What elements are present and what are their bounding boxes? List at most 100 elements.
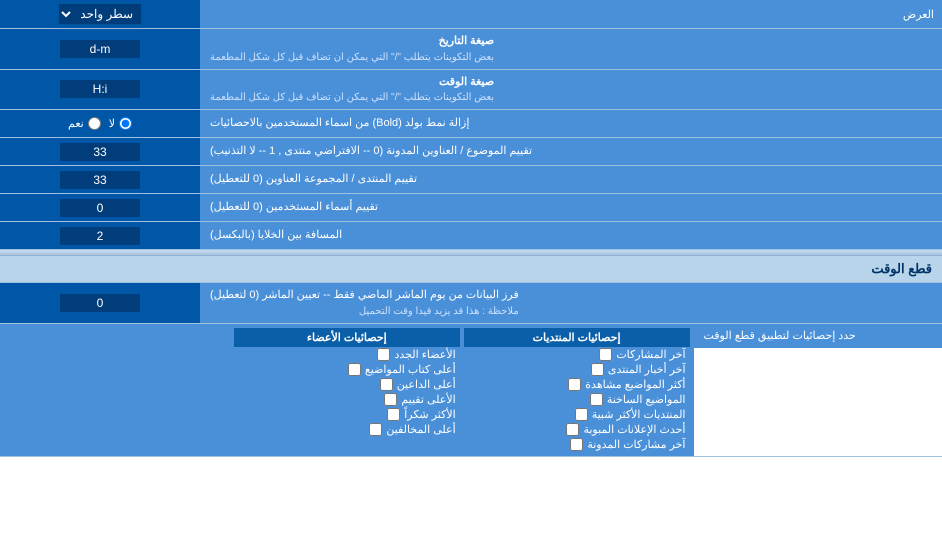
user-names-title: تقييم أسماء المستخدمين (0 للتعطيل) <box>210 199 378 216</box>
time-format-label: صيغة الوقت بعض التكوينات يتطلب "/" التي … <box>200 70 942 110</box>
filter-days-label: فرز البيانات من يوم الماشر الماضي فقط --… <box>200 283 942 323</box>
cb-col1-2[interactable] <box>568 378 581 391</box>
date-format-row: صيغة التاريخ بعض التكوينات يتطلب "/" الت… <box>0 29 942 70</box>
col2-checkboxes: إحصائيات الأعضاء الأعضاء الجدد أعلى كتاب… <box>234 328 460 452</box>
forum-order-input[interactable] <box>60 171 140 189</box>
radio-no-label: لا <box>109 117 115 130</box>
bold-remove-title: إزالة نمط بولد (Bold) من اسماء المستخدمي… <box>210 115 469 132</box>
cell-space-title: المسافة بين الخلايا (بالبكسل) <box>210 227 342 244</box>
date-format-input-wrap <box>0 29 200 69</box>
forum-order-label: تقييم المنتدى / المجموعة العناوين (0 للت… <box>200 166 942 193</box>
list-item: آخر مشاركات المدونة <box>464 437 690 452</box>
time-format-row: صيغة الوقت بعض التكوينات يتطلب "/" التي … <box>0 70 942 111</box>
cb-col2-4-label: الأكثر شكراً <box>404 408 455 421</box>
cb-col1-5-label: أحدث الإعلانات المبوبة <box>583 423 685 436</box>
list-item: الأعضاء الجدد <box>234 347 460 362</box>
date-format-title: صيغة التاريخ <box>210 33 494 50</box>
list-item: آخر المشاركات <box>464 347 690 362</box>
stats-limit-row: حدد إحصائيات لتطبيق قطع الوقت إحصائيات ا… <box>0 324 942 457</box>
filter-days-title: فرز البيانات من يوم الماشر الماضي فقط --… <box>210 287 519 304</box>
radio-yes[interactable] <box>88 117 101 130</box>
date-format-sublabel: بعض التكوينات يتطلب "/" التي يمكن ان تضا… <box>210 50 494 65</box>
cb-col1-3[interactable] <box>590 393 603 406</box>
cb-col1-4-label: المنتديات الأكثر شبية <box>592 408 686 421</box>
bold-remove-row: إزالة نمط بولد (Bold) من اسماء المستخدمي… <box>0 110 942 138</box>
stats-limit-label: حدد إحصائيات لتطبيق قطع الوقت <box>694 324 942 349</box>
cb-col2-5-label: أعلى المخالفين <box>386 423 455 436</box>
time-format-input-wrap <box>0 70 200 110</box>
user-names-input-wrap <box>0 194 200 221</box>
topic-order-row: تقييم الموضوع / العناوين المدونة (0 -- ا… <box>0 138 942 166</box>
radio-yes-option[interactable]: نعم <box>68 117 101 130</box>
cell-space-label: المسافة بين الخلايا (بالبكسل) <box>200 222 942 249</box>
radio-yes-label: نعم <box>68 117 84 130</box>
topic-order-label: تقييم الموضوع / العناوين المدونة (0 -- ا… <box>200 138 942 165</box>
filter-days-input-wrap <box>0 283 200 323</box>
cb-col1-0-label: آخر المشاركات <box>616 348 685 361</box>
list-item: المنتديات الأكثر شبية <box>464 407 690 422</box>
section-time-label: قطع الوقت <box>871 261 932 276</box>
cb-col2-2[interactable] <box>380 378 393 391</box>
section-time-header: قطع الوقت <box>0 256 942 283</box>
cb-col1-1-label: آخر أخبار المنتدى <box>608 363 686 376</box>
cb-col2-2-label: أعلى الداعين <box>397 378 456 391</box>
topic-order-input[interactable] <box>60 143 140 161</box>
col1-header-label: إحصائيات المنتديات <box>533 332 621 344</box>
col3-empty <box>4 328 230 452</box>
cb-col1-6[interactable] <box>570 438 583 451</box>
filter-days-sublabel: ملاحظة : هذا قد يزيد قيدا وقت التحميل <box>210 304 519 319</box>
cb-col1-5[interactable] <box>566 423 579 436</box>
cb-col1-1[interactable] <box>591 363 604 376</box>
cb-col2-3[interactable] <box>384 393 397 406</box>
top-row-label: العرض <box>200 4 942 25</box>
filter-days-input[interactable] <box>60 294 140 312</box>
main-container: العرض سطر واحد سطرين ثلاثة أسطر صيغة الت… <box>0 0 942 457</box>
cb-col2-0[interactable] <box>377 348 390 361</box>
cb-col2-1[interactable] <box>348 363 361 376</box>
cb-col1-3-label: المواضيع الساخنة <box>607 393 686 406</box>
list-item: أعلى الداعين <box>234 377 460 392</box>
top-row: العرض سطر واحد سطرين ثلاثة أسطر <box>0 0 942 29</box>
list-item: أحدث الإعلانات المبوبة <box>464 422 690 437</box>
user-names-row: تقييم أسماء المستخدمين (0 للتعطيل) <box>0 194 942 222</box>
list-item: أعلى كتاب المواضيع <box>234 362 460 377</box>
cb-col2-1-label: أعلى كتاب المواضيع <box>365 363 456 376</box>
cb-col2-5[interactable] <box>369 423 382 436</box>
col1-checkboxes: إحصائيات المنتديات آخر المشاركات آخر أخب… <box>464 328 690 452</box>
cb-col2-3-label: الأعلى تقييم <box>401 393 455 406</box>
checkboxes-grid-container: إحصائيات المنتديات آخر المشاركات آخر أخب… <box>4 328 690 452</box>
user-names-label: تقييم أسماء المستخدمين (0 للتعطيل) <box>200 194 942 221</box>
cb-col2-4[interactable] <box>387 408 400 421</box>
radio-no[interactable] <box>119 117 132 130</box>
date-format-label: صيغة التاريخ بعض التكوينات يتطلب "/" الت… <box>200 29 942 69</box>
cb-col1-6-label: آخر مشاركات المدونة <box>587 438 685 451</box>
date-format-input[interactable] <box>60 40 140 58</box>
cb-col1-4[interactable] <box>575 408 588 421</box>
col1-header: إحصائيات المنتديات <box>464 328 690 347</box>
time-format-title: صيغة الوقت <box>210 74 494 91</box>
top-row-control: سطر واحد سطرين ثلاثة أسطر <box>0 0 200 28</box>
user-names-input[interactable] <box>60 199 140 217</box>
topic-order-input-wrap <box>0 138 200 165</box>
list-item: الأعلى تقييم <box>234 392 460 407</box>
time-format-input[interactable] <box>60 80 140 98</box>
list-item: المواضيع الساخنة <box>464 392 690 407</box>
forum-order-title: تقييم المنتدى / المجموعة العناوين (0 للت… <box>210 171 417 188</box>
col2-header: إحصائيات الأعضاء <box>234 328 460 347</box>
forum-order-row: تقييم المنتدى / المجموعة العناوين (0 للت… <box>0 166 942 194</box>
stats-limit-title: حدد إحصائيات لتطبيق قطع الوقت <box>704 328 856 345</box>
list-item: آخر أخبار المنتدى <box>464 362 690 377</box>
display-select[interactable]: سطر واحد سطرين ثلاثة أسطر <box>58 3 142 25</box>
time-format-sublabel: بعض التكوينات يتطلب "/" التي يمكن ان تضا… <box>210 90 494 105</box>
page-title: العرض <box>903 9 934 21</box>
list-item: أعلى المخالفين <box>234 422 460 437</box>
radio-no-option[interactable]: لا <box>109 117 132 130</box>
topic-order-title: تقييم الموضوع / العناوين المدونة (0 -- ا… <box>210 143 532 160</box>
cell-space-input-wrap <box>0 222 200 249</box>
forum-order-input-wrap <box>0 166 200 193</box>
cb-col1-0[interactable] <box>599 348 612 361</box>
cb-col1-2-label: أكثر المواضيع مشاهدة <box>585 378 685 391</box>
stats-limit-checkboxes: إحصائيات المنتديات آخر المشاركات آخر أخب… <box>0 324 694 456</box>
cell-space-input[interactable] <box>60 227 140 245</box>
col2-header-label: إحصائيات الأعضاء <box>307 332 387 344</box>
